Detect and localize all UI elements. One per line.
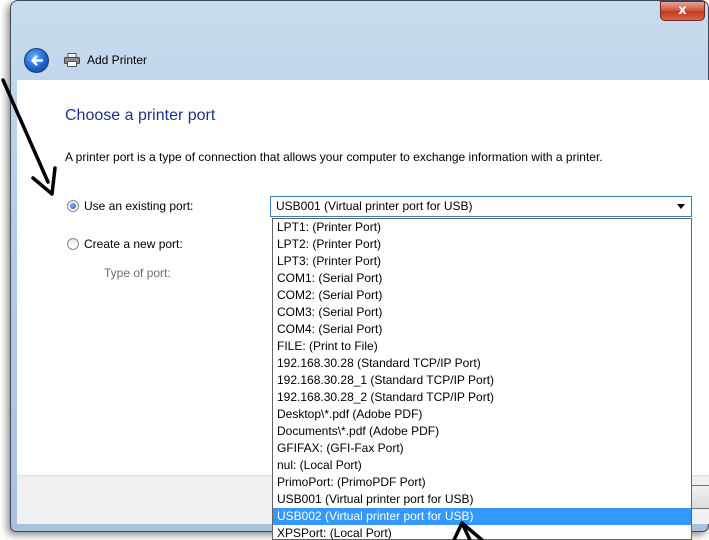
new-port-radio[interactable] — [67, 238, 79, 250]
port-type-label: Type of port: — [104, 266, 171, 280]
port-option[interactable]: 192.168.30.28_1 (Standard TCP/IP Port) — [273, 372, 691, 389]
port-select-value: USB001 (Virtual printer port for USB) — [276, 199, 473, 213]
port-option[interactable]: LPT1: (Printer Port) — [273, 219, 691, 236]
annotation-pointer-icon — [452, 521, 484, 540]
port-option[interactable]: FILE: (Print to File) — [273, 338, 691, 355]
new-port-label[interactable]: Create a new port: — [84, 237, 183, 251]
port-option[interactable]: LPT2: (Printer Port) — [273, 236, 691, 253]
navigation-bar: Add Printer — [18, 45, 708, 77]
page-description: A printer port is a type of connection t… — [65, 150, 603, 164]
port-option[interactable]: COM1: (Serial Port) — [273, 270, 691, 287]
port-select[interactable]: USB001 (Virtual printer port for USB) — [270, 196, 692, 217]
page-heading: Choose a printer port — [65, 107, 216, 124]
port-option[interactable]: PrimoPort: (PrimoPDF Port) — [273, 474, 691, 491]
port-option[interactable]: COM2: (Serial Port) — [273, 287, 691, 304]
port-option[interactable]: COM3: (Serial Port) — [273, 304, 691, 321]
port-option[interactable]: GFIFAX: (GFI-Fax Port) — [273, 440, 691, 457]
existing-port-label[interactable]: Use an existing port: — [84, 199, 193, 213]
back-arrow-icon — [31, 55, 44, 66]
chevron-down-icon[interactable] — [677, 204, 685, 209]
port-option[interactable]: Documents\*.pdf (Adobe PDF) — [273, 423, 691, 440]
printer-icon — [64, 53, 80, 67]
port-dropdown-list[interactable]: LPT1: (Printer Port) LPT2: (Printer Port)… — [272, 218, 692, 540]
port-option[interactable]: 192.168.30.28_2 (Standard TCP/IP Port) — [273, 389, 691, 406]
port-option[interactable]: Desktop\*.pdf (Adobe PDF) — [273, 406, 691, 423]
close-button[interactable]: x — [660, 1, 705, 21]
annotation-arrow-icon — [1, 78, 57, 196]
port-option[interactable]: nul: (Local Port) — [273, 457, 691, 474]
port-option[interactable]: LPT3: (Printer Port) — [273, 253, 691, 270]
port-option[interactable]: COM4: (Serial Port) — [273, 321, 691, 338]
port-option[interactable]: USB001 (Virtual printer port for USB) — [273, 491, 691, 508]
window-title: Add Printer — [87, 53, 148, 67]
port-option[interactable]: 192.168.30.28 (Standard TCP/IP Port) — [273, 355, 691, 372]
